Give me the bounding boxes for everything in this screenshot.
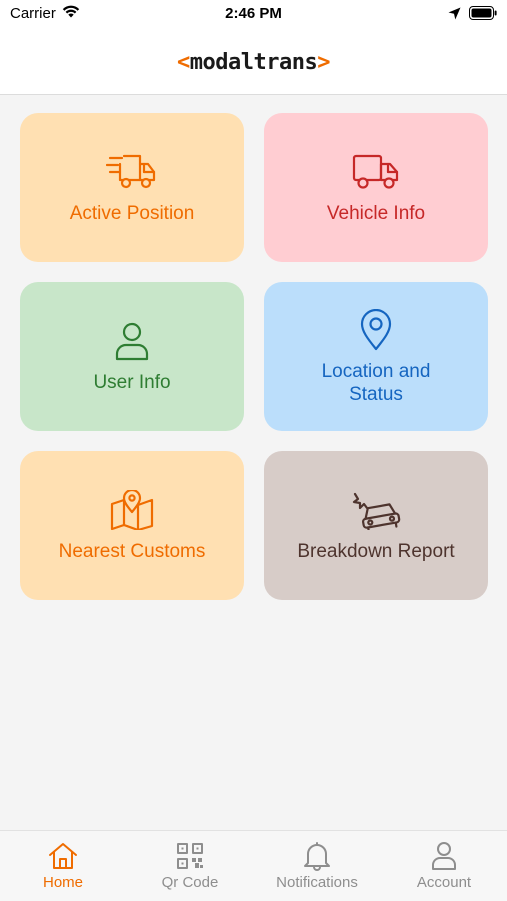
nav-label: Qr Code — [161, 874, 219, 891]
breakdown-report-card[interactable]: Breakdown Report — [264, 451, 488, 600]
card-label: Location and Status — [321, 360, 431, 405]
qr-code-icon — [174, 840, 206, 872]
nav-account[interactable]: Account — [381, 831, 507, 901]
bell-icon — [301, 840, 333, 872]
location-and-status-card[interactable]: Location and Status — [264, 282, 488, 431]
car-crash-icon — [350, 488, 402, 532]
logo-bracket-right: > — [317, 49, 330, 75]
card-label: User Info — [93, 372, 171, 393]
card-label: Active Position — [69, 203, 195, 224]
nav-label: Account — [416, 874, 472, 891]
app-header: <modaltrans> — [0, 30, 507, 95]
user-info-card[interactable]: User Info — [20, 282, 244, 431]
truck-icon — [350, 150, 402, 194]
app-logo: <modaltrans> — [177, 50, 330, 75]
status-bar: Carrier 2:46 PM — [0, 0, 507, 30]
logo-bracket-left: < — [177, 49, 190, 75]
nav-label: Notifications — [276, 874, 358, 891]
status-right — [448, 6, 497, 24]
bottom-navigation: Home Qr Code Notifications Account — [0, 830, 507, 901]
battery-icon — [469, 6, 497, 24]
active-position-card[interactable]: Active Position — [20, 113, 244, 262]
nav-label: Home — [42, 874, 83, 891]
map-icon — [106, 488, 158, 532]
card-label: Breakdown Report — [297, 541, 455, 562]
card-label: Vehicle Info — [326, 203, 426, 224]
nav-qr-code[interactable]: Qr Code — [127, 831, 253, 901]
fast-truck-icon — [106, 150, 158, 194]
logo-word: modaltrans — [189, 49, 318, 75]
user-icon — [106, 319, 158, 363]
account-icon — [428, 840, 460, 872]
nearest-customs-card[interactable]: Nearest Customs — [20, 451, 244, 600]
home-icon — [47, 840, 79, 872]
nav-home[interactable]: Home — [0, 831, 126, 901]
card-label: Nearest Customs — [58, 541, 206, 562]
location-arrow-icon — [448, 7, 461, 24]
nav-notifications[interactable]: Notifications — [254, 831, 380, 901]
vehicle-info-card[interactable]: Vehicle Info — [264, 113, 488, 262]
status-time: 2:46 PM — [225, 5, 282, 22]
location-pin-icon — [350, 308, 402, 352]
